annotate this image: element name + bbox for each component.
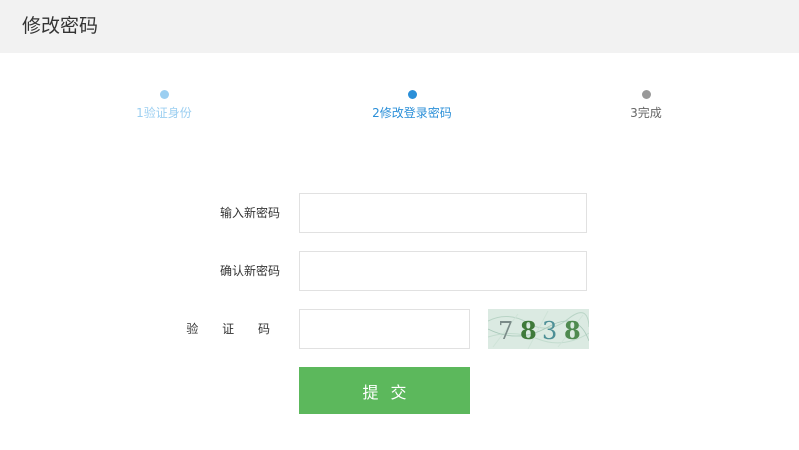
- new-password-input[interactable]: [299, 193, 587, 233]
- page-header: 修改密码: [0, 0, 799, 53]
- captcha-image[interactable]: 7 8 3 8: [488, 309, 589, 349]
- step-complete: 3完成: [576, 90, 716, 121]
- captcha-char-2: 8: [520, 316, 537, 345]
- page-title: 修改密码: [22, 15, 99, 37]
- step-dot-1: [159, 90, 169, 99]
- step-dot-3: [641, 90, 651, 99]
- captcha-input[interactable]: [299, 309, 470, 349]
- captcha-char-1: 7: [498, 317, 513, 345]
- step-change-password: 2修改登录密码: [342, 90, 482, 121]
- step-label-2: 2修改登录密码: [372, 106, 452, 120]
- step-verify-identity: 1验证身份: [94, 90, 234, 121]
- step-label-1: 1验证身份: [136, 106, 192, 120]
- new-password-label: 输入新密码: [219, 206, 280, 220]
- confirm-password-label: 确认新密码: [219, 264, 280, 278]
- captcha-graphic: 7 8 3 8: [488, 309, 589, 349]
- step-dot-2: [407, 90, 417, 99]
- confirm-password-input[interactable]: [299, 251, 587, 291]
- change-password-page: 修改密码 1验证身份 2修改登录密码 3完成 输入新密码 确认新密码 验 证 码…: [0, 0, 799, 450]
- captcha-char-3: 3: [542, 317, 557, 345]
- step-label-3: 3完成: [630, 106, 662, 120]
- captcha-char-4: 8: [564, 316, 581, 345]
- captcha-label: 验 证 码: [186, 322, 280, 336]
- submit-button[interactable]: 提交: [299, 367, 470, 414]
